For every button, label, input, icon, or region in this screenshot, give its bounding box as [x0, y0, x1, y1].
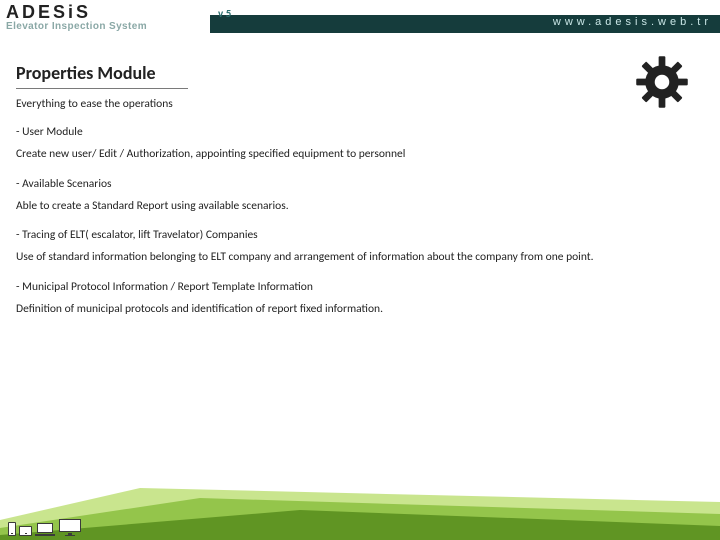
- section-body: Create new user/ Edit / Authorization, a…: [16, 147, 700, 163]
- section-body: Able to create a Standard Report using a…: [16, 199, 700, 215]
- page-subtitle: Everything to ease the operations: [16, 97, 700, 111]
- header: ADESiS Elevator Inspection System v 5 ww…: [0, 0, 720, 38]
- phone-icon: [8, 522, 16, 536]
- section-body: Definition of municipal protocols and id…: [16, 302, 700, 318]
- section-head: - Available Scenarios: [16, 177, 700, 191]
- section-head: - Tracing of ELT( escalator, lift Travel…: [16, 228, 700, 242]
- section: - Municipal Protocol Information / Repor…: [16, 280, 700, 318]
- logo-main: ADESiS: [6, 2, 204, 23]
- section: - User Module Create new user/ Edit / Aut…: [16, 125, 700, 163]
- page-title: Properties Module: [16, 62, 188, 84]
- content: Properties Module Everything to ease the…: [16, 62, 700, 331]
- section: - Tracing of ELT( escalator, lift Travel…: [16, 228, 700, 266]
- section: - Available Scenarios Able to create a St…: [16, 177, 700, 215]
- logo: ADESiS Elevator Inspection System: [0, 0, 210, 38]
- laptop-icon: [35, 523, 55, 536]
- title-wrap: Properties Module: [16, 62, 188, 89]
- section-head: - User Module: [16, 125, 700, 139]
- site-url: www.adesis.web.tr: [553, 16, 712, 28]
- monitor-icon: [58, 519, 82, 536]
- section-head: - Municipal Protocol Information / Repor…: [16, 280, 700, 294]
- slide: ADESiS Elevator Inspection System v 5 ww…: [0, 0, 720, 540]
- section-body: Use of standard information belonging to…: [16, 250, 700, 266]
- tablet-icon: [19, 526, 32, 536]
- devices-icon-group: [8, 519, 82, 536]
- version-label: v 5: [218, 7, 231, 20]
- accent-shape: [0, 480, 720, 540]
- logo-sub: Elevator Inspection System: [6, 21, 204, 32]
